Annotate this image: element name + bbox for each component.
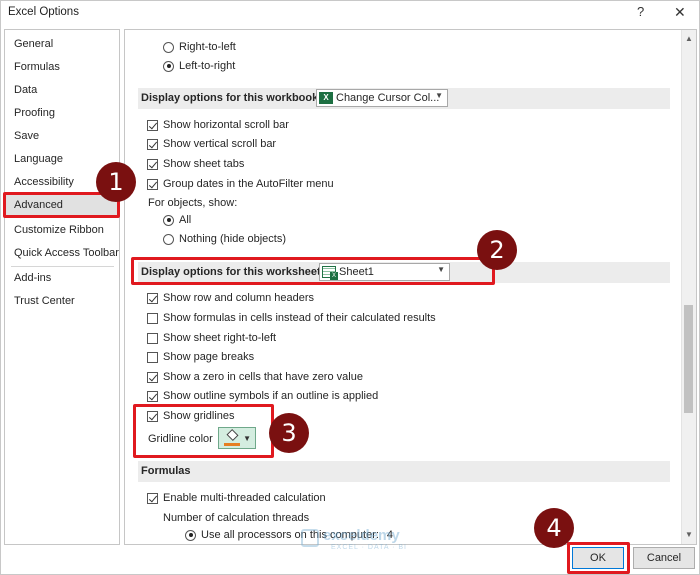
sidebar-item-proofing[interactable]: Proofing — [14, 107, 55, 119]
chevron-down-icon: ▼ — [243, 434, 251, 443]
option-horizontal-scroll-bar[interactable]: Show horizontal scroll bar — [147, 118, 289, 132]
excel-workbook-icon: X — [319, 92, 333, 104]
radio-left-to-right[interactable]: Left-to-right — [163, 59, 235, 73]
checkbox[interactable] — [147, 332, 158, 344]
sidebar-item-add-ins[interactable]: Add-ins — [14, 272, 51, 284]
option-sheet-right-to-left[interactable]: Show sheet right-to-left — [147, 331, 276, 345]
step-badge-2: 2 — [477, 230, 517, 270]
sidebar-divider — [11, 266, 114, 267]
worksheet-select[interactable]: Sheet1 ▼ — [319, 263, 450, 281]
option-show-zero[interactable]: Show a zero in cells that have zero valu… — [147, 370, 363, 384]
sidebar-item-trust-center[interactable]: Trust Center — [14, 295, 75, 307]
sidebar-item-data[interactable]: Data — [14, 84, 37, 96]
option-page-breaks[interactable]: Show page breaks — [147, 350, 254, 364]
sidebar-item-save[interactable]: Save — [14, 130, 39, 142]
checkbox[interactable] — [147, 138, 158, 150]
radio-button[interactable] — [163, 60, 174, 72]
chevron-down-icon: ▼ — [437, 265, 445, 274]
formulas-header: Formulas — [138, 461, 670, 482]
radio-button[interactable] — [185, 529, 196, 541]
sidebar-item-language[interactable]: Language — [14, 153, 63, 165]
cancel-button[interactable]: Cancel — [633, 547, 695, 569]
option-vertical-scroll-bar[interactable]: Show vertical scroll bar — [147, 137, 276, 151]
gridline-color-label: Gridline color — [148, 433, 213, 445]
options-sidebar: General Formulas Data Proofing Save Lang… — [4, 29, 120, 545]
excel-options-dialog: Excel Options ? ✕ General Formulas Data … — [0, 0, 700, 575]
option-outline-symbols[interactable]: Show outline symbols if an outline is ap… — [147, 389, 378, 403]
checkbox[interactable] — [147, 312, 158, 324]
checkbox[interactable] — [147, 119, 158, 131]
ok-button[interactable]: OK — [572, 547, 624, 569]
title-bar: Excel Options ? ✕ — [1, 1, 699, 25]
checkbox[interactable] — [147, 390, 158, 402]
sidebar-item-quick-access-toolbar[interactable]: Quick Access Toolbar — [14, 247, 119, 259]
step-badge-3: 3 — [269, 413, 309, 453]
exceldemy-logo-icon — [301, 529, 319, 547]
gridline-color-picker[interactable]: ▼ — [218, 427, 256, 449]
workbook-select[interactable]: X Change Cursor Col... ▼ — [316, 89, 448, 107]
radio-button[interactable] — [163, 214, 174, 226]
option-row-column-headers[interactable]: Show row and column headers — [147, 291, 314, 305]
scroll-up-icon[interactable]: ▲ — [682, 32, 696, 46]
checkbox[interactable] — [147, 351, 158, 363]
checkbox[interactable] — [147, 178, 158, 190]
threads-label: Number of calculation threads — [163, 512, 310, 524]
vertical-scrollbar[interactable]: ▲ ▼ — [681, 30, 696, 544]
color-swatch — [224, 443, 240, 446]
step-badge-4: 4 — [534, 508, 574, 548]
radio-button[interactable] — [163, 41, 174, 53]
paint-bucket-icon — [225, 428, 239, 442]
objects-label: For objects, show: — [148, 197, 238, 209]
radio-objects-all[interactable]: All — [163, 213, 191, 227]
radio-right-to-left[interactable]: Right-to-left — [163, 40, 236, 54]
option-show-gridlines[interactable]: Show gridlines — [147, 409, 235, 423]
checkbox[interactable] — [147, 292, 158, 304]
advanced-options-panel: Right-to-left Left-to-right Display opti… — [124, 29, 697, 545]
checkbox[interactable] — [147, 410, 158, 422]
dialog-title: Excel Options — [8, 6, 79, 18]
option-group-dates[interactable]: Group dates in the AutoFilter menu — [147, 177, 334, 191]
step-badge-1: 1 — [96, 162, 136, 202]
checkbox[interactable] — [147, 371, 158, 383]
option-show-formulas[interactable]: Show formulas in cells instead of their … — [147, 311, 436, 325]
scrollbar-thumb[interactable] — [684, 305, 693, 413]
sidebar-item-formulas[interactable]: Formulas — [14, 61, 60, 73]
option-multithreaded[interactable]: Enable multi-threaded calculation — [147, 491, 326, 505]
sidebar-item-accessibility[interactable]: Accessibility — [14, 176, 74, 188]
sidebar-item-advanced[interactable]: Advanced — [14, 199, 63, 211]
worksheet-icon — [322, 266, 338, 280]
radio-objects-nothing[interactable]: Nothing (hide objects) — [163, 232, 286, 246]
close-icon[interactable]: ✕ — [674, 4, 686, 21]
option-sheet-tabs[interactable]: Show sheet tabs — [147, 157, 244, 171]
exceldemy-watermark: exceldemy EXCEL · DATA · BI — [301, 527, 431, 553]
sidebar-item-general[interactable]: General — [14, 38, 53, 50]
sidebar-item-customize-ribbon[interactable]: Customize Ribbon — [14, 224, 104, 236]
checkbox[interactable] — [147, 158, 158, 170]
radio-button[interactable] — [163, 233, 174, 245]
checkbox[interactable] — [147, 492, 158, 504]
help-icon[interactable]: ? — [637, 4, 644, 19]
chevron-down-icon: ▼ — [435, 91, 443, 100]
scroll-down-icon[interactable]: ▼ — [682, 528, 696, 542]
